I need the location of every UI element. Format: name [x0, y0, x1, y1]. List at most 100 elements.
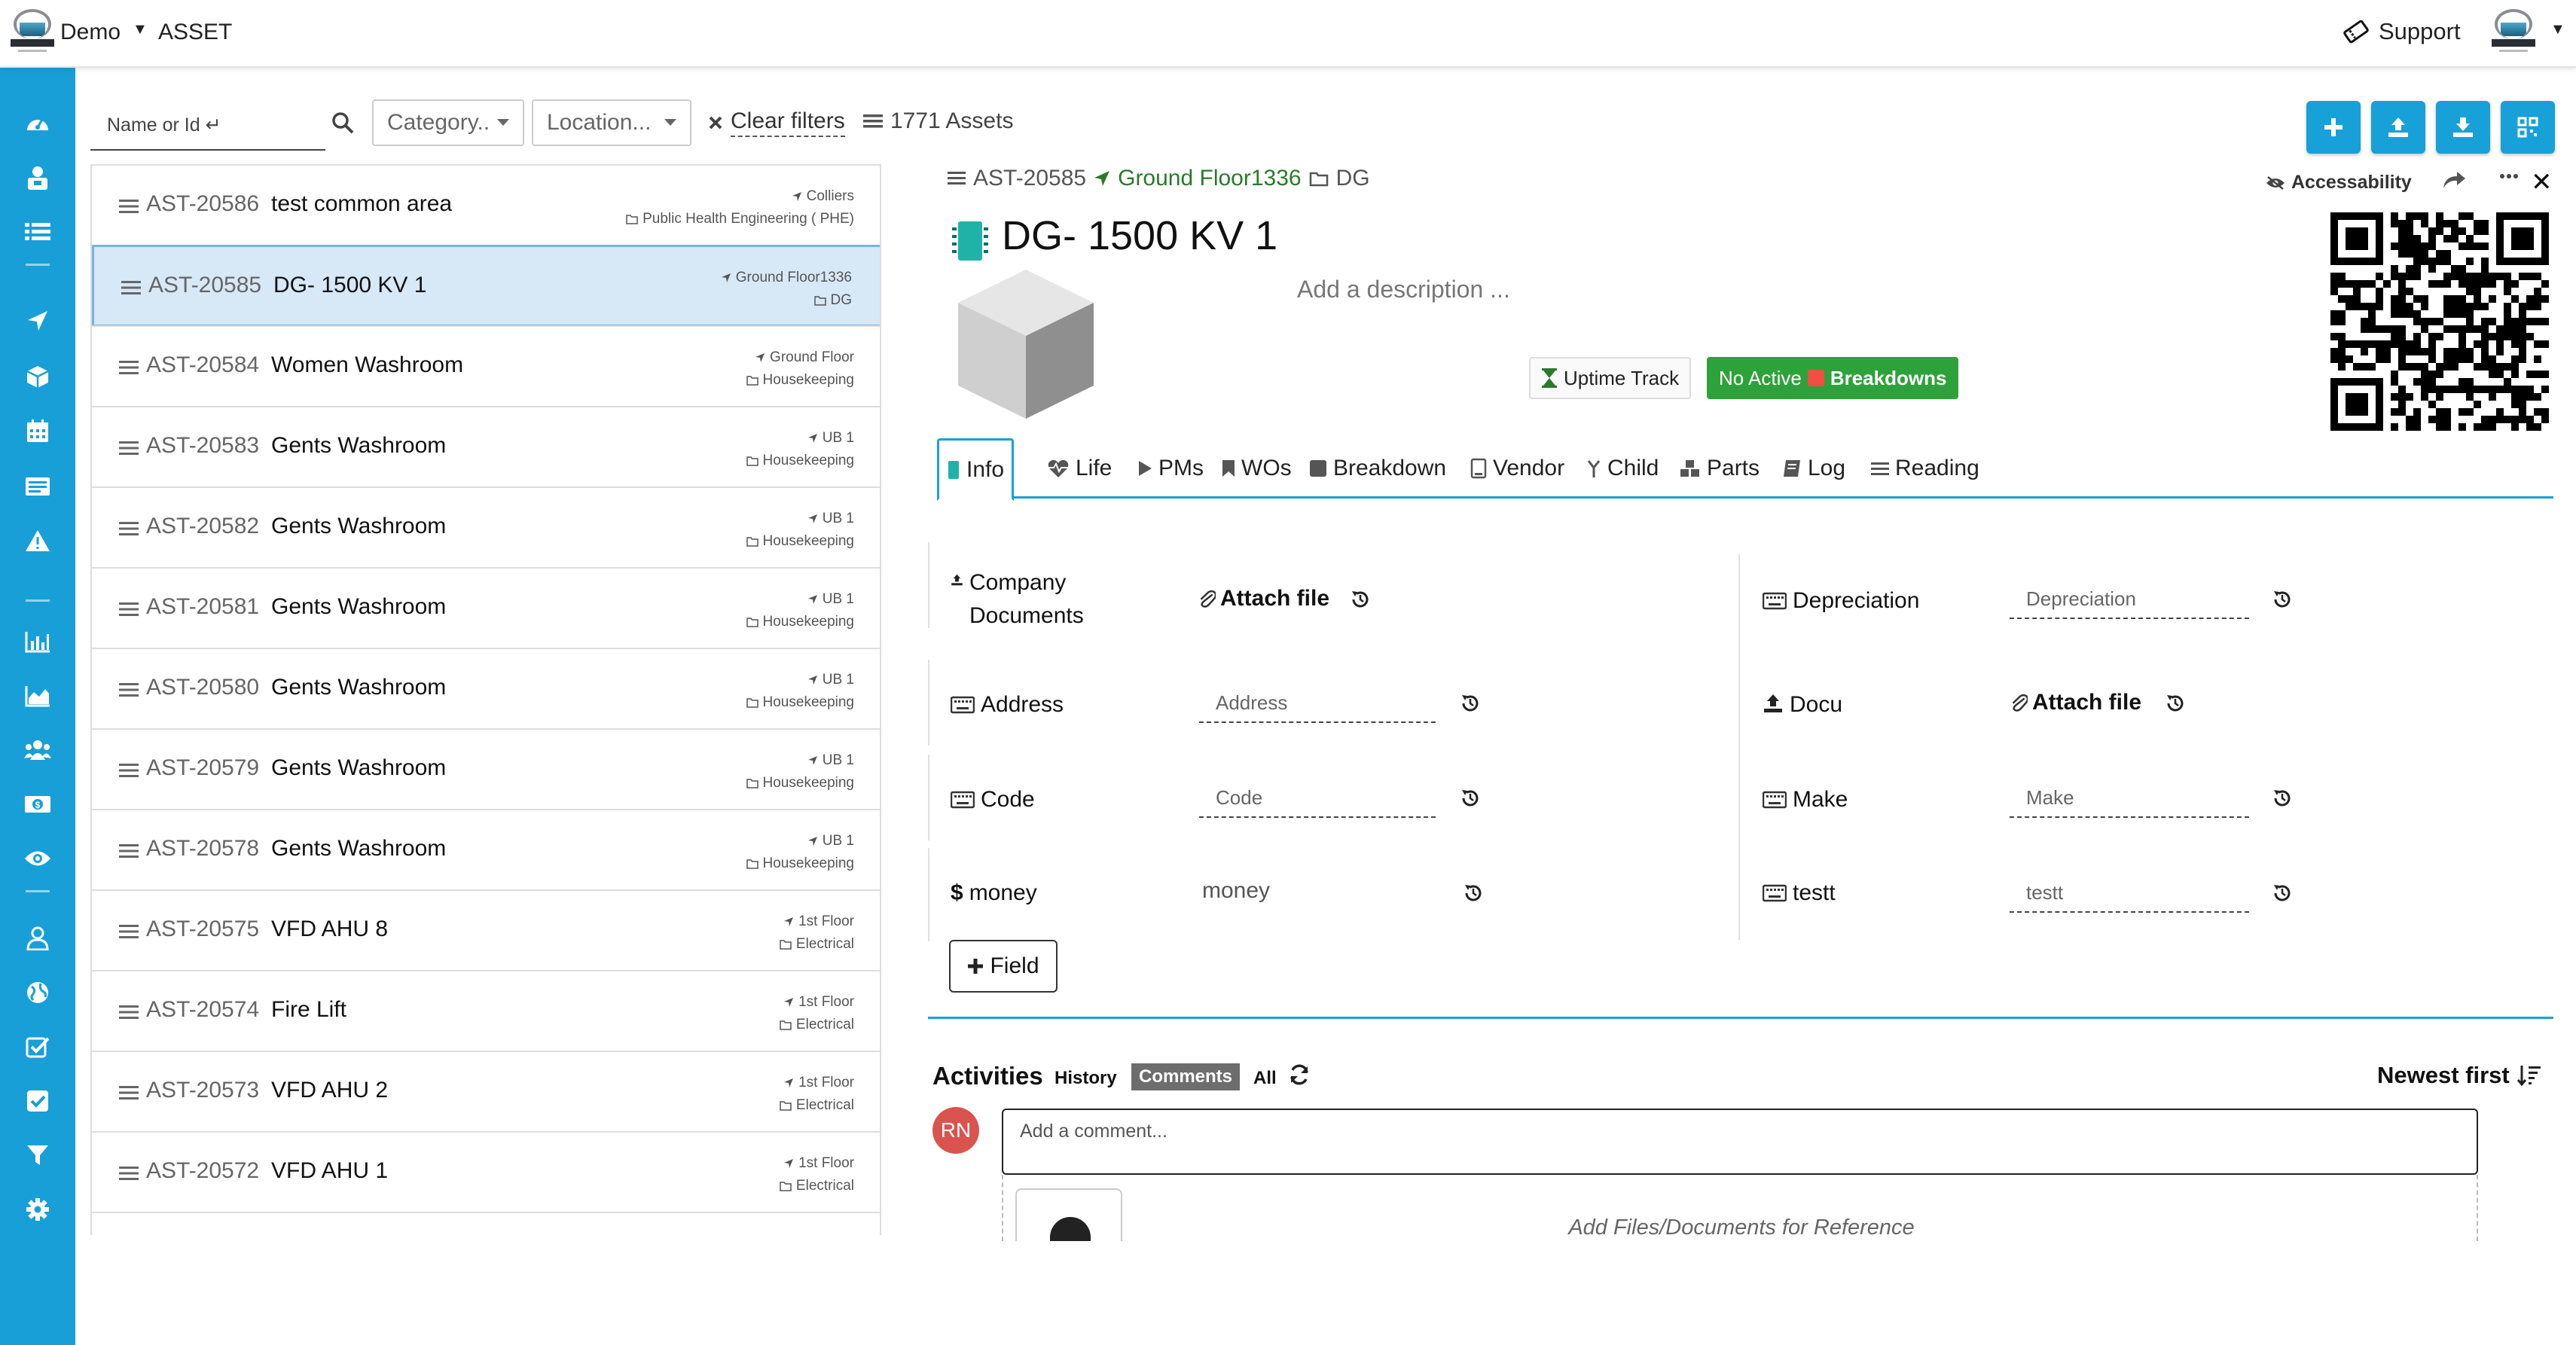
- asset-list-item[interactable]: AST-20584 Women Washroom Ground Floor House…: [92, 325, 880, 407]
- asset-list-item[interactable]: AST-20574 Fire Lift 1st Floor Electrical: [92, 970, 880, 1052]
- breadcrumb-category[interactable]: DG: [1336, 166, 1370, 191]
- tab-pms[interactable]: PMs: [1130, 438, 1211, 499]
- breadcrumb-location[interactable]: Ground Floor1336: [1118, 166, 1302, 191]
- tab-reading[interactable]: Reading: [1863, 438, 1987, 499]
- dashboard-icon[interactable]: [23, 107, 53, 137]
- settings-gear-icon[interactable]: [23, 1194, 53, 1225]
- org-dropdown-caret-icon[interactable]: ▼: [133, 21, 148, 38]
- category-select[interactable]: Category..: [372, 99, 524, 146]
- history-reset-icon[interactable]: [1350, 589, 1371, 610]
- globe-icon[interactable]: [23, 977, 53, 1008]
- checklist-icon[interactable]: [23, 1032, 53, 1062]
- asset-icon[interactable]: [23, 163, 53, 193]
- attach-file-button[interactable]: Attach file: [2011, 690, 2141, 715]
- filter-icon[interactable]: [23, 1140, 53, 1170]
- chart-bar-icon[interactable]: [23, 627, 53, 657]
- activities-comments-filter[interactable]: Comments: [1131, 1063, 1241, 1090]
- drag-handle[interactable]: [119, 360, 139, 379]
- asset-list-item[interactable]: AST-20572 VFD AHU 1 1st Floor Electrical: [92, 1131, 880, 1213]
- activities-all-filter[interactable]: All: [1253, 1068, 1277, 1089]
- asset-title[interactable]: DG- 1500 KV 1: [1002, 212, 1277, 259]
- refresh-icon[interactable]: [1288, 1063, 1311, 1086]
- sort-newest-first[interactable]: Newest first: [2377, 1062, 2541, 1089]
- history-reset-icon[interactable]: [2165, 693, 2186, 714]
- tab-breakdown[interactable]: Breakdown: [1302, 438, 1454, 499]
- drag-handle[interactable]: [119, 199, 139, 218]
- asset-list-item[interactable]: AST-20579 Gents Washroom UB 1 Housekeeping: [92, 728, 880, 810]
- search-input[interactable]: [107, 110, 295, 140]
- drag-handle[interactable]: [119, 441, 139, 459]
- list-icon[interactable]: [23, 217, 53, 247]
- asset-list-item[interactable]: AST-20578 Gents Washroom UB 1 Housekeeping: [92, 809, 880, 891]
- chart-area-icon[interactable]: [23, 681, 53, 711]
- asset-list-item[interactable]: AST-20575 VFD AHU 8 1st Floor Electrical: [92, 889, 880, 971]
- drag-handle[interactable]: [119, 763, 139, 782]
- address-input[interactable]: [1216, 691, 1436, 715]
- workorders-card-icon[interactable]: [23, 471, 53, 502]
- clear-filters-button[interactable]: Clear filters: [708, 108, 845, 137]
- eye-icon[interactable]: [23, 843, 53, 874]
- asset-image-placeholder[interactable]: [951, 265, 1101, 423]
- history-reset-icon[interactable]: [1460, 788, 1481, 809]
- users-group-icon[interactable]: [23, 735, 53, 765]
- comment-input[interactable]: [1020, 1118, 2451, 1145]
- money-value[interactable]: money: [1202, 878, 1270, 904]
- history-reset-icon[interactable]: [1463, 883, 1484, 904]
- asset-list-item[interactable]: AST-20583 Gents Washroom UB 1 Housekeeping: [92, 406, 880, 488]
- activities-history-filter[interactable]: History: [1055, 1068, 1117, 1089]
- drag-handle[interactable]: [119, 843, 139, 862]
- user-menu-avatar[interactable]: [2492, 9, 2535, 54]
- drag-handle[interactable]: [121, 280, 141, 299]
- qr-print-button[interactable]: [2501, 101, 2555, 154]
- drag-handle[interactable]: [119, 521, 139, 540]
- drag-handle[interactable]: [119, 1085, 139, 1104]
- tab-child[interactable]: Child: [1579, 438, 1666, 499]
- asset-list-item[interactable]: AST-20573 VFD AHU 2 1st Floor Electrical: [92, 1051, 880, 1133]
- depreciation-input[interactable]: [2026, 587, 2249, 611]
- accessibility-link[interactable]: Accessability: [2266, 172, 2412, 194]
- asset-list-item[interactable]: AST-20581 Gents Washroom UB 1 Housekeeping: [92, 567, 880, 649]
- download-button[interactable]: [2436, 101, 2490, 154]
- location-select[interactable]: Location...: [532, 99, 691, 146]
- check-square-icon[interactable]: [23, 1086, 53, 1116]
- code-input-wrap[interactable]: [1199, 780, 1436, 818]
- tab-log[interactable]: Log: [1775, 438, 1853, 499]
- history-reset-icon[interactable]: [2272, 883, 2293, 904]
- tab-vendor[interactable]: Vendor: [1463, 438, 1572, 499]
- uptime-track-button[interactable]: Uptime Track: [1529, 357, 1692, 399]
- calendar-icon[interactable]: [23, 416, 53, 446]
- attach-file-button[interactable]: Attach file: [1199, 586, 1329, 612]
- comment-box[interactable]: [1002, 1109, 2478, 1175]
- tab-life[interactable]: Life: [1039, 438, 1119, 499]
- testt-input-wrap[interactable]: [2010, 875, 2249, 913]
- testt-input[interactable]: [2026, 881, 2249, 904]
- close-icon[interactable]: ✕: [2531, 167, 2553, 197]
- code-input[interactable]: [1216, 786, 1436, 810]
- asset-list-item[interactable]: AST-20580 Gents Washroom UB 1 Housekeeping: [92, 648, 880, 730]
- add-field-button[interactable]: Field: [949, 940, 1058, 993]
- drag-handle[interactable]: [119, 602, 139, 621]
- company-logo[interactable]: [11, 9, 54, 54]
- tab-parts[interactable]: Parts: [1672, 438, 1767, 499]
- tab-wos[interactable]: WOs: [1214, 438, 1299, 499]
- depreciation-input-wrap[interactable]: [2010, 581, 2249, 619]
- make-input[interactable]: [2026, 786, 2249, 810]
- file-dropzone[interactable]: Add Files/Documents for Reference: [1002, 1175, 2478, 1241]
- history-reset-icon[interactable]: [2272, 589, 2293, 610]
- location-arrow-icon[interactable]: [23, 306, 53, 336]
- parts-box-icon[interactable]: [23, 361, 53, 392]
- support-link[interactable]: Support: [2343, 18, 2461, 45]
- breakdown-status-badge[interactable]: No Active Breakdowns: [1707, 357, 1959, 399]
- asset-list-item[interactable]: AST-20586 test common area Colliers Public …: [92, 164, 880, 246]
- search-icon[interactable]: [331, 111, 354, 134]
- drag-handle[interactable]: [119, 1005, 139, 1023]
- qr-code[interactable]: [2330, 212, 2550, 432]
- history-reset-icon[interactable]: [2272, 788, 2293, 809]
- user-icon[interactable]: [23, 923, 53, 953]
- tab-info[interactable]: Info: [937, 438, 1015, 501]
- breadcrumb-id[interactable]: AST-20585: [973, 166, 1086, 191]
- drag-handle[interactable]: [119, 924, 139, 943]
- make-input-wrap[interactable]: [2010, 780, 2249, 818]
- more-options-icon[interactable]: [2499, 173, 2519, 179]
- drag-handle[interactable]: [119, 1166, 139, 1185]
